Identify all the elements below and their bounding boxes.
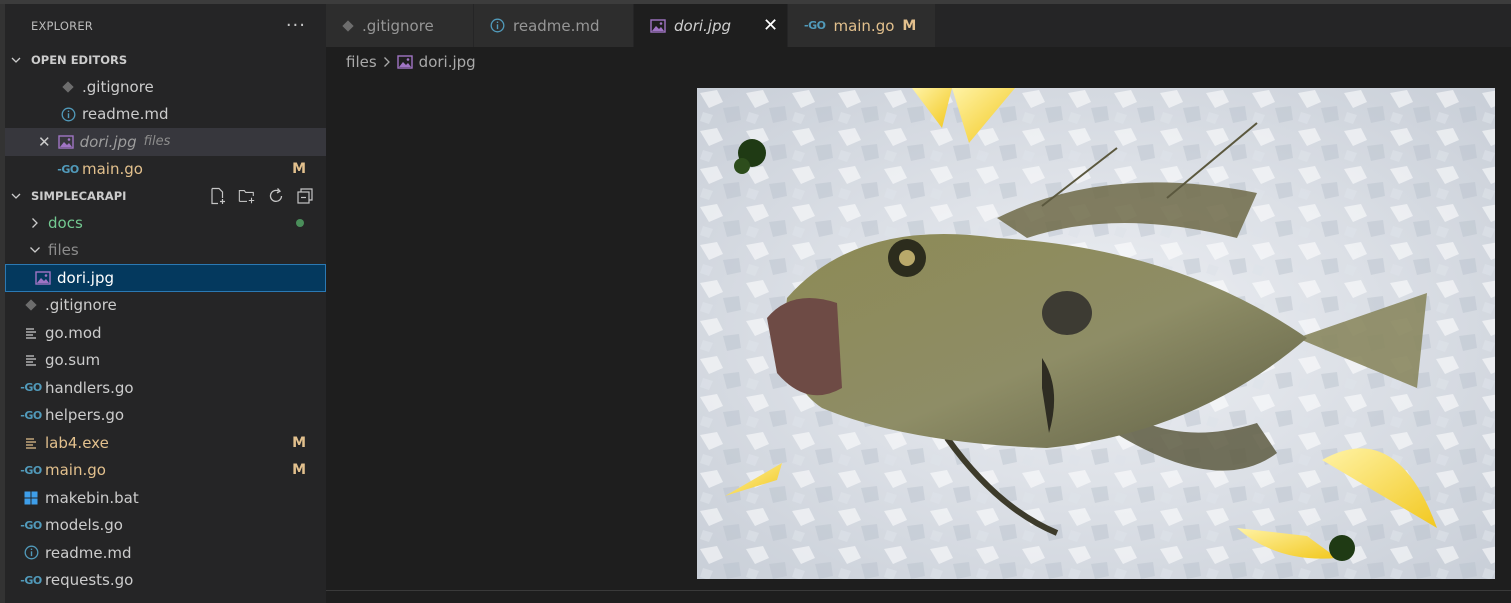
open-editor-label: main.go — [82, 160, 143, 179]
explorer-sidebar: EXPLORER ··· OPEN EDITORS .gitignore rea… — [5, 4, 326, 603]
tree-label: lab4.exe — [45, 433, 109, 452]
tab-dori-jpg[interactable]: dori.jpg ✕ — [634, 4, 788, 47]
explorer-title: EXPLORER — [31, 18, 93, 33]
new-folder-icon[interactable] — [238, 187, 256, 205]
open-editor-item-readme[interactable]: readme.md — [5, 101, 326, 129]
close-icon[interactable]: ✕ — [763, 15, 778, 36]
modified-badge: M — [292, 462, 306, 479]
tree-file-handlers-go[interactable]: -GO handlers.go — [5, 374, 326, 402]
tree-label: go.mod — [45, 323, 102, 342]
editor-bottom-border — [326, 590, 1511, 591]
open-editor-item-gitignore[interactable]: .gitignore — [5, 73, 326, 101]
go-icon: -GO — [20, 408, 42, 422]
breadcrumb-folder[interactable]: files — [346, 53, 377, 71]
tree-label: main.go — [45, 461, 106, 480]
image-icon — [396, 55, 413, 69]
fish-on-ice-image — [697, 88, 1495, 579]
chevron-down-icon — [29, 246, 41, 254]
explorer-header: EXPLORER ··· — [5, 4, 326, 47]
tree-label: requests.go — [45, 571, 134, 590]
tree-file-helpers-go[interactable]: -GO helpers.go — [5, 402, 326, 430]
tree-file-requests-go[interactable]: -GO requests.go — [5, 567, 326, 595]
info-icon — [490, 18, 505, 33]
open-editor-item-main-go[interactable]: -GO main.go M — [5, 156, 326, 184]
open-editors-label: OPEN EDITORS — [31, 53, 128, 67]
tree-folder-files[interactable]: files — [5, 237, 326, 265]
tree-file-main-go[interactable]: -GO main.go M — [5, 457, 326, 485]
untracked-dot — [296, 219, 304, 227]
go-icon: -GO — [20, 573, 42, 587]
tree-label: handlers.go — [45, 378, 134, 397]
breadcrumb-file[interactable]: dori.jpg — [419, 53, 476, 71]
tree-file-readme-md[interactable]: readme.md — [5, 539, 326, 567]
open-editor-label: .gitignore — [82, 77, 154, 96]
tree-file-gitignore[interactable]: .gitignore — [5, 292, 326, 320]
tab-label: readme.md — [513, 16, 600, 35]
tree-label: models.go — [45, 516, 123, 535]
refresh-icon[interactable] — [267, 187, 285, 205]
image-icon — [57, 135, 74, 149]
modified-badge: M — [292, 434, 306, 451]
tree-file-models-go[interactable]: -GO models.go — [5, 512, 326, 540]
go-icon: -GO — [57, 162, 79, 176]
chevron-down-icon — [11, 55, 21, 65]
tab-label: .gitignore — [362, 16, 434, 35]
tree-label: readme.md — [45, 543, 132, 562]
collapse-all-icon[interactable] — [296, 187, 314, 205]
tab-label: main.go — [833, 16, 895, 35]
tree-file-makebin-bat[interactable]: makebin.bat — [5, 484, 326, 512]
tree-label: makebin.bat — [45, 488, 139, 507]
tree-folder-docs[interactable]: docs — [5, 209, 326, 237]
chevron-right-icon — [383, 56, 391, 68]
breadcrumb: files dori.jpg — [346, 49, 476, 75]
tree-file-dori-jpg[interactable]: dori.jpg — [5, 264, 326, 292]
image-preview — [697, 88, 1495, 579]
tree-label: dori.jpg — [57, 268, 115, 287]
tab-readme[interactable]: readme.md — [474, 4, 634, 47]
tree-label: go.sum — [45, 351, 101, 370]
open-editor-label: dori.jpg — [79, 132, 137, 151]
go-icon: -GO — [804, 19, 826, 32]
open-editors-section-header[interactable]: OPEN EDITORS — [5, 47, 326, 73]
open-editor-description: files — [143, 134, 171, 150]
go-icon: -GO — [20, 518, 42, 532]
chevron-right-icon — [30, 217, 40, 229]
editor-tab-bar: .gitignore readme.md dori.jpg ✕ -GO main… — [326, 4, 1511, 47]
tab-label: dori.jpg — [674, 16, 732, 35]
go-icon: -GO — [20, 463, 42, 477]
git-icon — [60, 81, 76, 93]
tree-label: helpers.go — [45, 406, 125, 425]
close-icon[interactable]: ✕ — [38, 133, 51, 151]
git-icon — [23, 299, 39, 311]
tree-label: files — [48, 241, 79, 260]
tree-file-go-mod[interactable]: go.mod — [5, 319, 326, 347]
explorer-actions — [209, 187, 314, 205]
tree-label: .gitignore — [45, 296, 117, 315]
project-label: SIMPLECARAPI — [31, 189, 127, 203]
tree-file-lab4-exe[interactable]: lab4.exe M — [5, 429, 326, 457]
tab-gitignore[interactable]: .gitignore — [326, 4, 474, 47]
chevron-down-icon — [11, 191, 21, 201]
go-icon: -GO — [20, 381, 42, 395]
windows-icon — [23, 491, 39, 505]
info-icon — [60, 107, 76, 122]
tree-file-go-sum[interactable]: go.sum — [5, 347, 326, 375]
modified-badge: M — [292, 161, 306, 178]
modified-badge: M — [902, 17, 917, 34]
new-file-icon[interactable] — [209, 187, 227, 205]
tab-main-go[interactable]: -GO main.go M — [788, 4, 936, 47]
more-actions-icon[interactable]: ··· — [286, 16, 306, 34]
open-editor-item-dori[interactable]: ✕ dori.jpg files — [5, 128, 326, 156]
image-icon — [650, 18, 666, 33]
open-editor-label: readme.md — [82, 105, 169, 124]
git-icon — [342, 19, 354, 32]
project-section-header[interactable]: SIMPLECARAPI — [5, 183, 326, 209]
lines-icon — [23, 354, 39, 366]
lines-icon — [23, 327, 39, 339]
info-icon — [23, 545, 39, 560]
lines-icon — [23, 437, 39, 449]
tree-label: docs — [48, 213, 83, 232]
image-icon — [35, 271, 51, 285]
